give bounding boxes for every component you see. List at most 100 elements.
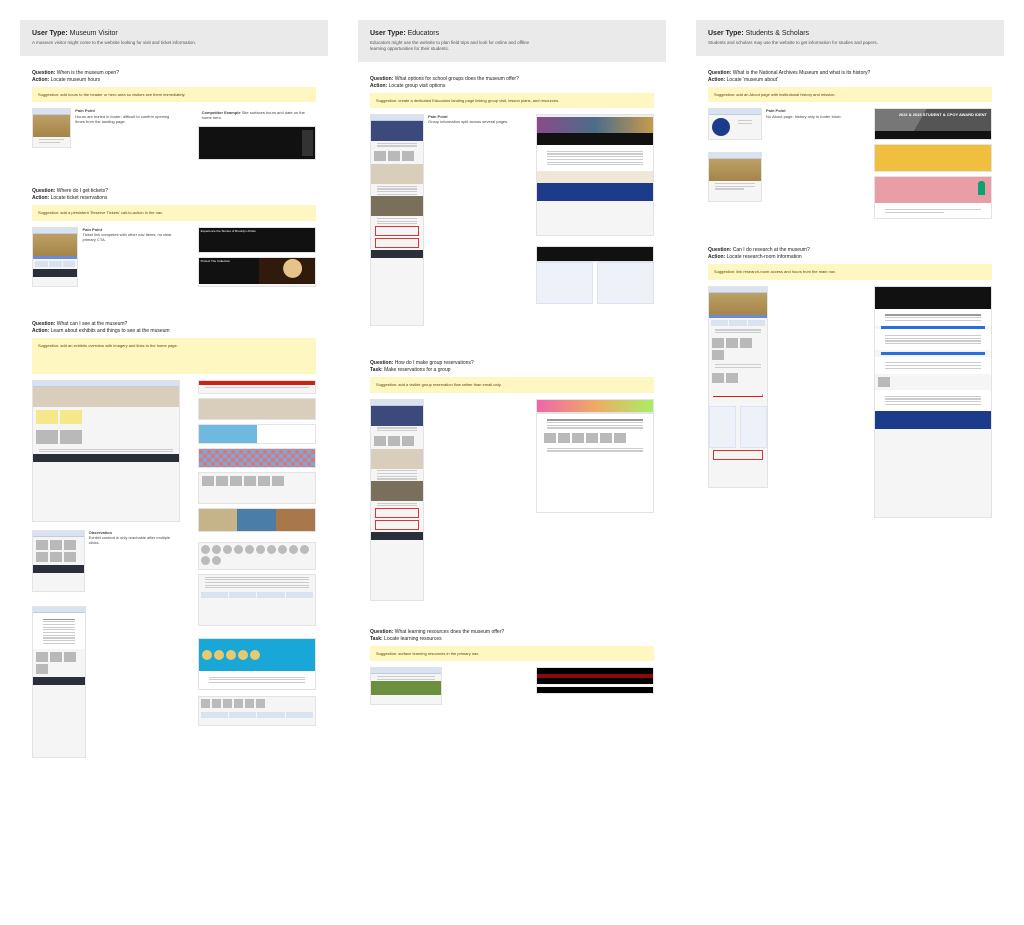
label-question: Question: (32, 70, 55, 76)
suggestion-highlight: Suggestion: link research-room access an… (708, 264, 992, 280)
usertype-prefix: User Type: (708, 30, 744, 37)
label-question: Question: (370, 76, 393, 82)
competitor-thumb (198, 472, 316, 504)
question-text: Where do I get tickets? (57, 188, 108, 194)
qa-block: Question: What can I see at the museum? … (20, 321, 328, 786)
site-thumb (370, 667, 442, 705)
competitor-thumb (874, 286, 992, 518)
qa-block: Question: When is the museum open? Actio… (20, 70, 328, 189)
site-thumb (370, 399, 424, 601)
competitor-thumb (874, 176, 992, 219)
suggestion-highlight: Suggestion: add an exhibits overview wit… (32, 338, 316, 374)
annotation: Pain PointTicket link competes with othe… (82, 227, 179, 287)
site-thumb (32, 606, 86, 758)
competitor-thumb (198, 696, 316, 726)
qa-block: Question: Where do I get tickets? Action… (20, 188, 328, 321)
site-thumb (32, 108, 71, 148)
question-text: Can I do research at the museum? (733, 247, 810, 253)
competitor-thumb (198, 542, 316, 570)
suggestion-highlight: Suggestion: create a dedicated Educators… (370, 93, 654, 109)
action-text: Locate 'museum about' (727, 77, 778, 83)
question-text: What is the National Archives Museum and… (733, 70, 871, 76)
competitor-thumb: Experience the Stories of Brooklyn Artis… (198, 227, 316, 253)
question-text: When is the museum open? (57, 70, 119, 76)
usertype-name: Students & Scholars (746, 30, 809, 37)
annotation: ObservationExhibit content is only reach… (89, 530, 180, 592)
col-educators: User Type: Educators Educators might use… (358, 20, 666, 733)
question-text: What options for school groups does the … (395, 76, 519, 82)
competitor-thumb (198, 424, 316, 444)
label-question: Question: (370, 360, 393, 366)
competitor-thumb (198, 508, 316, 532)
ux-audit-page: User Type: Museum Visitor A museum visit… (0, 0, 1024, 826)
label-action: Action: (32, 328, 49, 334)
competitor-thumb (536, 262, 654, 304)
competitor-thumb: Protect The Collection (198, 257, 316, 287)
label-action: Action: (708, 254, 725, 260)
col-header: User Type: Students & Scholars Students … (696, 20, 1004, 56)
site-thumb (708, 108, 762, 140)
usertype-desc: Students and scholars may use the websit… (708, 40, 878, 46)
label-question: Question: (32, 188, 55, 194)
label-question: Question: (708, 247, 731, 253)
competitor-thumb: 2022 & 2023 STUDENT & CPOY AWARD IDENT (874, 108, 992, 140)
action-text: Locate group visit options (389, 83, 446, 89)
label-task: Task: (370, 367, 383, 373)
label-question: Question: (370, 629, 393, 635)
label-question: Question: (708, 70, 731, 76)
competitor-thumb (198, 398, 316, 420)
site-thumb (32, 380, 180, 522)
action-text: Locate ticket reservations (51, 195, 108, 201)
qa-block: Question: What learning resources does t… (358, 629, 666, 734)
qa-block: Question: What options for school groups… (358, 76, 666, 361)
annotation: Pain PointNo About page; history only in… (766, 108, 842, 140)
task-text: Make reservations for a group (384, 367, 450, 373)
annotation: Pain PointHours are buried in footer; di… (75, 108, 179, 148)
label-action: Action: (32, 195, 49, 201)
label-action: Action: (370, 83, 387, 89)
usertype-desc: A museum visitor might come to the websi… (32, 40, 202, 46)
competitor-thumb (874, 144, 992, 172)
site-thumb (708, 152, 762, 202)
usertype-name: Educators (408, 30, 440, 37)
site-thumb (32, 530, 85, 592)
competitor-thumb (536, 667, 654, 694)
competitor-thumb (198, 574, 316, 626)
competitor-thumb (198, 380, 316, 394)
action-text: Learn about exhibits and things to see a… (51, 328, 170, 334)
usertype-prefix: User Type: (32, 30, 68, 37)
usertype-prefix: User Type: (370, 30, 406, 37)
action-text: Locate research-room information (727, 254, 802, 260)
task-text: Locate learning resources (384, 636, 442, 642)
competitor-thumb (536, 399, 654, 413)
col-header: User Type: Educators Educators might use… (358, 20, 666, 62)
col-header: User Type: Museum Visitor A museum visit… (20, 20, 328, 56)
question-text: What can I see at the museum? (57, 321, 128, 327)
competitor-thumb (198, 448, 316, 468)
action-text: Locate museum hours (51, 77, 100, 83)
suggestion-highlight: Suggestion: add a visible group reservat… (370, 377, 654, 393)
label-action: Action: (708, 77, 725, 83)
competitor-thumb (536, 114, 654, 236)
col-students: User Type: Students & Scholars Students … (696, 20, 1004, 546)
suggestion-highlight: Suggestion: surface learning resources i… (370, 646, 654, 662)
qa-block: Question: What is the National Archives … (696, 70, 1004, 247)
label-task: Task: (370, 636, 383, 642)
competitor-thumb (536, 246, 654, 262)
usertype-desc: Educators might use the website to plan … (370, 40, 540, 52)
question-text: How do I make group reservations? (395, 360, 474, 366)
qa-block: Question: Can I do research at the museu… (696, 247, 1004, 546)
competitor-thumb (198, 638, 316, 690)
site-thumb (370, 114, 424, 326)
label-action: Action: (32, 77, 49, 83)
suggestion-highlight: Suggestion: add hours to the header or h… (32, 87, 316, 103)
usertype-name: Museum Visitor (70, 30, 118, 37)
competitor-thumb (536, 413, 654, 513)
annotation: Pain PointGroup information split across… (428, 114, 508, 326)
competitor-thumb (198, 126, 316, 160)
qa-block: Question: How do I make group reservatio… (358, 360, 666, 629)
site-thumb (708, 286, 768, 488)
site-thumb (32, 227, 78, 287)
suggestion-highlight: Suggestion: add a persistent 'Reserve Ti… (32, 205, 316, 221)
question-text: What learning resources does the museum … (395, 629, 504, 635)
